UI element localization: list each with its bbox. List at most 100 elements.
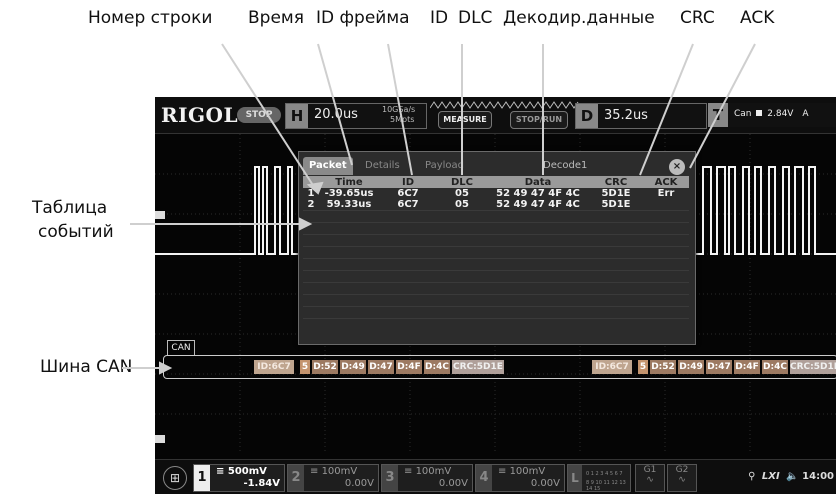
generator-2-label: G2 <box>675 465 689 475</box>
table-row[interactable]: 2 59.33us 6C7 05 52 49 47 4F 4C 5D1E <box>303 199 689 211</box>
generator-1-box[interactable]: G1 ∿ <box>635 464 665 492</box>
tab-decode1[interactable]: Decode1 <box>543 157 587 175</box>
run-state-badge[interactable]: STOP <box>237 107 281 123</box>
delay-box[interactable]: D 35.2us <box>575 103 707 129</box>
bus-frame1-dlc: 5 <box>300 360 310 374</box>
trigger-level-icon <box>756 110 763 116</box>
label-row-number: Номер строки <box>88 8 213 28</box>
event-table-header: Time ID DLC Data CRC ACK <box>303 176 689 188</box>
cell-data: 52 49 47 4F 4C <box>496 188 580 199</box>
status-area: ⚲ LXI 🔈 14:00 <box>748 471 834 482</box>
bus-frame1-data: D:52 <box>312 360 338 374</box>
cell-dlc: 05 <box>455 188 469 199</box>
channel-2-box[interactable]: 2 ≡ 100mV 0.00V <box>287 464 379 492</box>
logic-row2: 8 9 10 11 12 13 14 15 <box>586 480 626 492</box>
bus-frame2-data: D:4F <box>734 360 760 374</box>
channel-2-scale: ≡ 100mV <box>310 466 358 477</box>
channel-2-scale-value: 100mV <box>321 466 358 477</box>
delay-value: 35.2us <box>604 108 648 123</box>
label-frame-time: Время <box>248 8 304 28</box>
stop-run-button[interactable]: STOP/RUN <box>510 111 568 129</box>
usb-icon: ⚲ <box>748 471 756 482</box>
table-row-empty <box>303 306 689 319</box>
speaker-icon[interactable]: 🔈 <box>786 471 798 482</box>
channel-1-box[interactable]: 1 ≡ 500mV -1.84V <box>193 464 285 492</box>
label-dlc: DLC <box>458 8 493 28</box>
bus-frame2-id: ID:6C7 <box>592 360 632 374</box>
horizontal-timebase[interactable]: H 20.0us 10GSa/s 5Mpts <box>285 103 427 129</box>
channel-4-box[interactable]: 4 ≡ 100mV 0.00V <box>475 464 565 492</box>
table-row-empty <box>303 270 689 283</box>
tab-payload[interactable]: Payload <box>425 157 464 175</box>
logic-row1: 0 1 2 3 4 5 6 7 <box>586 471 623 477</box>
channel-2-offset: 0.00V <box>344 478 374 489</box>
header-dlc: DLC <box>437 176 487 188</box>
row-number: 1 <box>307 188 315 199</box>
bus-frame2-crc: CRC:5D1E <box>790 360 836 374</box>
generator-2-box[interactable]: G2 ∿ <box>667 464 697 492</box>
bus-frame2-dlc: 5 <box>638 360 648 374</box>
trigger-letter: T <box>708 103 728 127</box>
bus-frame1-crc: CRC:5D1E <box>452 360 504 374</box>
channel-4-scale: ≡ 100mV <box>498 466 546 477</box>
can-bus-tag[interactable]: CAN <box>167 340 195 356</box>
ground-marker-icon[interactable] <box>155 435 165 443</box>
table-row[interactable]: 1 -39.65us 6C7 05 52 49 47 4F 4C 5D1E Er… <box>303 188 689 199</box>
bus-frame1-id: ID:6C7 <box>254 360 294 374</box>
rigol-logo: RIGOL <box>161 103 239 127</box>
row-number: 2 <box>307 199 315 210</box>
lxi-icon: LXI <box>761 471 780 482</box>
label-crc: CRC <box>680 8 715 28</box>
channel-1-number: 1 <box>194 465 210 491</box>
cell-time: 59.33us <box>326 199 372 210</box>
label-event-table-2: событий <box>38 222 114 242</box>
table-row-empty <box>303 294 689 307</box>
measure-button[interactable]: MEASURE <box>438 111 492 129</box>
bus-frame2-data: D:52 <box>650 360 676 374</box>
channel-2-number: 2 <box>288 465 304 491</box>
channel-3-offset: 0.00V <box>438 478 468 489</box>
trigger-mode: A <box>802 109 809 119</box>
label-frame-id: ID фрейма <box>316 8 410 28</box>
trigger-box[interactable]: T Can 2.84V A <box>708 103 836 127</box>
clock-time: 14:00 <box>802 471 834 482</box>
label-id: ID <box>430 8 449 28</box>
header-crc: CRC <box>589 176 643 188</box>
sine-wave-icon: ∿ <box>678 475 686 485</box>
header-data: Data <box>487 176 589 188</box>
logic-analyzer-box[interactable]: L 0 1 2 3 4 5 6 7 8 9 10 11 12 13 14 15 <box>567 464 631 492</box>
channel-3-number: 3 <box>382 465 398 491</box>
table-row-empty <box>303 282 689 295</box>
table-row-empty <box>303 222 689 235</box>
channel1-offset-marker-icon[interactable] <box>155 211 165 219</box>
cell-id: 6C7 <box>397 188 419 199</box>
home-menu-icon[interactable]: ⊞ <box>163 466 187 490</box>
event-table: Time ID DLC Data CRC ACK 1 -39.65us 6C7 … <box>303 176 689 330</box>
bus-frame2-data: D:49 <box>678 360 704 374</box>
tab-packet[interactable]: Packet <box>303 157 353 175</box>
horizontal-letter: H <box>286 104 308 128</box>
bus-frame1-data: D:47 <box>368 360 394 374</box>
channel-4-number: 4 <box>476 465 492 491</box>
channel-3-box[interactable]: 3 ≡ 100mV 0.00V <box>381 464 473 492</box>
waveform-overview-icon <box>430 101 579 109</box>
tab-details[interactable]: Details <box>365 157 400 175</box>
oscilloscope-screen: RIGOL STOP H 20.0us 10GSa/s 5Mpts MEASUR… <box>155 97 836 494</box>
cell-id: 6C7 <box>397 199 419 210</box>
cell-time: -39.65us <box>324 188 374 199</box>
generator-1-label: G1 <box>643 465 657 475</box>
close-icon[interactable]: × <box>669 159 685 175</box>
timebase-value: 20.0us <box>314 107 358 122</box>
top-status-bar: RIGOL STOP H 20.0us 10GSa/s 5Mpts MEASUR… <box>155 97 836 134</box>
cell-ack: Err <box>657 188 675 199</box>
bus-frame2-data: D:47 <box>706 360 732 374</box>
logic-letter: L <box>568 465 582 491</box>
bus-frame1-data: D:4F <box>396 360 422 374</box>
channel-1-scale-value: 500mV <box>227 466 267 477</box>
channel-4-offset: 0.00V <box>530 478 560 489</box>
event-table-window[interactable]: Packet Details Payload Decode1 × Time ID… <box>298 151 696 345</box>
table-row-empty <box>303 258 689 271</box>
can-bus-decode: ID:6C7 5 D:52 D:49 D:47 D:4F D:4C CRC:5D… <box>163 355 836 379</box>
cell-ack <box>643 199 689 211</box>
trigger-info: Can 2.84V A <box>734 109 809 119</box>
